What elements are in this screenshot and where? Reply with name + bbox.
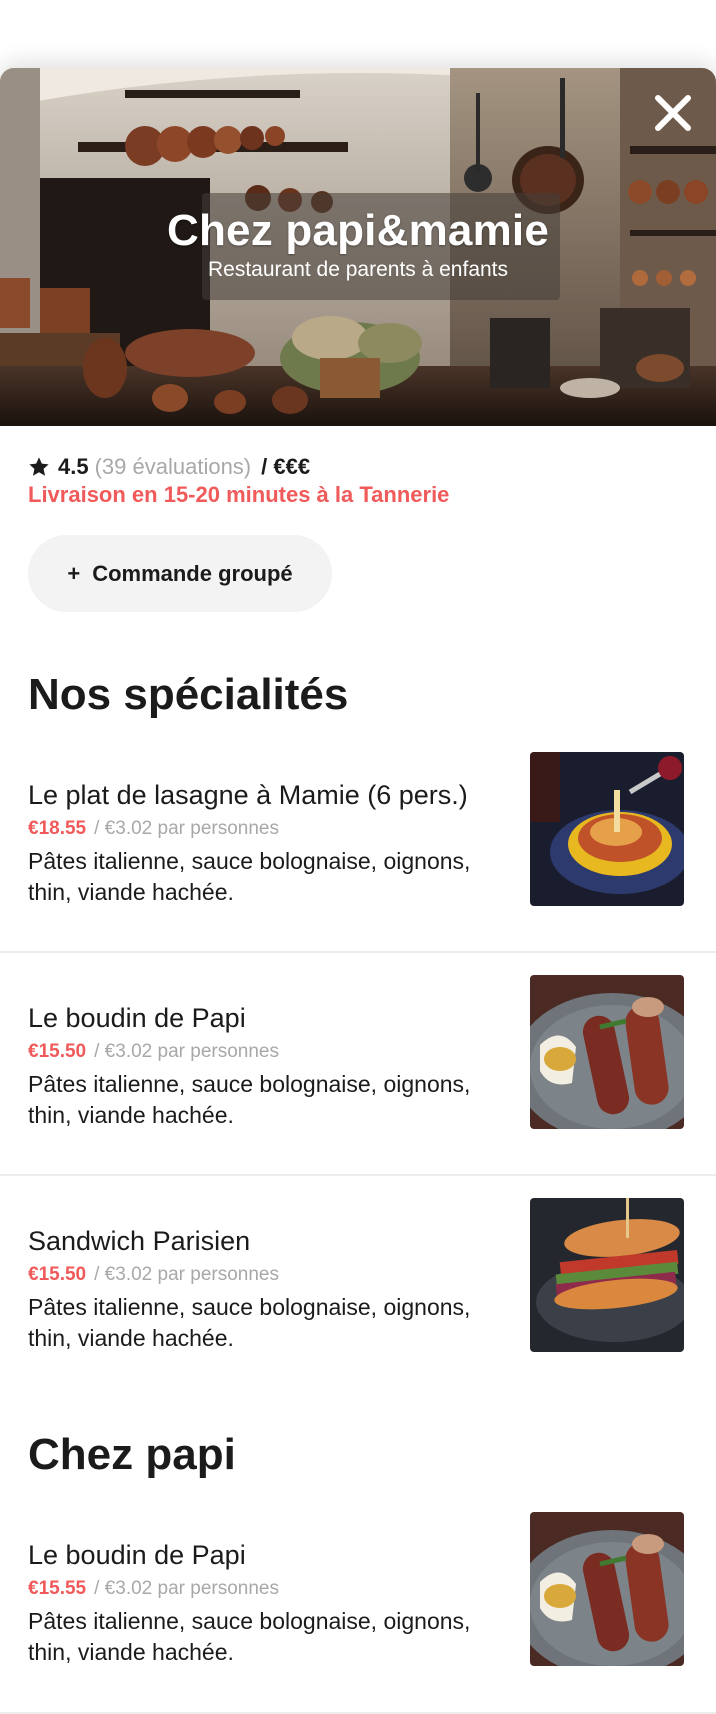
section-title-chez-papi: Chez papi (28, 1430, 236, 1479)
item-price-row: €18.55 / €3.02 par personnes (28, 818, 279, 840)
close-icon (655, 95, 691, 131)
item-price-per-person: / €3.02 par personnes (94, 818, 279, 839)
plus-icon: + (67, 560, 81, 586)
item-price: €18.55 (28, 818, 87, 839)
sausage-photo (530, 1512, 684, 1666)
item-description: Pâtes italienne, sauce bolognaise, oigno… (28, 1071, 471, 1128)
item-price-row: €15.55 / €3.02 par personnes (28, 1578, 279, 1600)
rating-value: 4.5 (58, 454, 89, 479)
sandwich-photo (530, 1198, 684, 1352)
restaurant-name: Chez papi&mamie (167, 206, 549, 255)
item-price: €15.50 (28, 1041, 87, 1062)
restaurant-tagline: Restaurant de parents à enfants (207, 258, 509, 281)
item-price-row: €15.50 / €3.02 par personnes (28, 1264, 279, 1286)
price-level: / €€€ (261, 454, 311, 479)
item-name: Sandwich Parisien (28, 1226, 251, 1256)
star-icon (29, 457, 49, 476)
item-description: Pâtes italienne, sauce bolognaise, oigno… (28, 1294, 471, 1351)
rating-row: 4.5 (39 évaluations) / €€€ (28, 452, 310, 482)
menu-item[interactable]: Le plat de lasagne à Mamie (6 pers.) €18… (0, 752, 716, 920)
group-order-label: Commande groupé (92, 560, 293, 586)
item-description: Pâtes italienne, sauce bolognaise, oigno… (28, 848, 471, 905)
menu-item[interactable]: Le boudin de Papi €15.55 / €3.02 par pers… (0, 1512, 716, 1680)
section-title-specialites: Nos spécialités (28, 670, 349, 719)
lasagna-photo (530, 752, 684, 906)
item-name: Le boudin de Papi (28, 1540, 246, 1570)
item-price-row: €15.50 / €3.02 par personnes (28, 1041, 279, 1063)
item-price: €15.50 (28, 1264, 87, 1285)
menu-item[interactable]: Le boudin de Papi €15.50 / €3.02 par pers… (0, 975, 716, 1143)
delivery-info: Livraison en 15-20 minutes à la Tannerie (28, 482, 450, 507)
hero-image: Chez papi&mamie Restaurant de parents à … (0, 68, 716, 426)
restaurant-sheet: Chez papi&mamie Restaurant de parents à … (0, 68, 716, 1714)
item-price-per-person: / €3.02 par personnes (94, 1041, 279, 1062)
divider (0, 1174, 716, 1176)
item-price-per-person: / €3.02 par personnes (94, 1264, 279, 1285)
sausage-photo (530, 975, 684, 1129)
rating-count[interactable]: (39 évaluations) (95, 454, 252, 480)
divider (0, 951, 716, 953)
group-order-button[interactable]: + Commande groupé (28, 535, 332, 612)
item-description: Pâtes italienne, sauce bolognaise, oigno… (28, 1608, 471, 1665)
close-button[interactable] (650, 90, 696, 136)
item-name: Le boudin de Papi (28, 1003, 246, 1033)
item-name: Le plat de lasagne à Mamie (6 pers.) (28, 780, 468, 810)
item-price: €15.55 (28, 1578, 87, 1599)
menu-item[interactable]: Sandwich Parisien €15.50 / €3.02 par pers… (0, 1198, 716, 1366)
item-price-per-person: / €3.02 par personnes (94, 1578, 279, 1599)
